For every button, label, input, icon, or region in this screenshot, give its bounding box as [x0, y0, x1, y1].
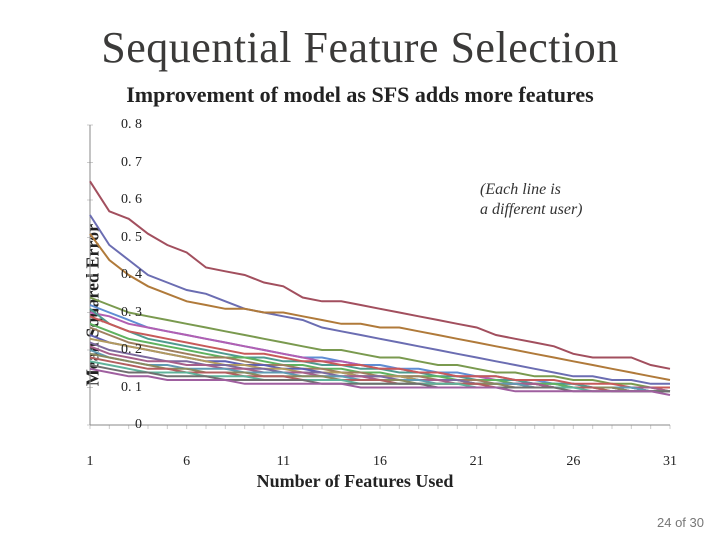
x-tick-label: 21: [470, 454, 484, 470]
x-tick-label: 31: [663, 454, 677, 470]
chart-annotation: (Each line is a different user): [480, 180, 583, 220]
y-tick-label: 0. 7: [102, 155, 142, 171]
chart: Mean Squared Error 00. 10. 20. 30. 40. 5…: [20, 120, 690, 490]
x-tick-label: 26: [566, 454, 580, 470]
x-tick-label: 16: [373, 454, 387, 470]
y-tick-label: 0. 6: [102, 192, 142, 208]
series-line: [90, 298, 670, 388]
series-line: [90, 328, 670, 392]
slide: Sequential Feature Selection Improvement…: [0, 0, 720, 540]
plot-svg: [80, 120, 680, 450]
y-tick-label: 0. 5: [102, 230, 142, 246]
x-axis-label: Number of Features Used: [20, 471, 690, 492]
plot-area: [80, 120, 680, 450]
y-tick-label: 0. 8: [102, 117, 142, 133]
page-number: 24 of 30: [657, 515, 704, 530]
y-tick-label: 0. 3: [102, 305, 142, 321]
x-tick-label: 11: [277, 454, 290, 470]
y-tick-label: 0. 1: [102, 380, 142, 396]
y-tick-label: 0. 4: [102, 267, 142, 283]
y-tick-label: 0: [102, 417, 142, 433]
slide-title: Sequential Feature Selection: [0, 22, 720, 73]
chart-subtitle: Improvement of model as SFS adds more fe…: [0, 82, 720, 108]
y-tick-label: 0. 2: [102, 342, 142, 358]
x-tick-label: 1: [87, 454, 94, 470]
x-tick-label: 6: [183, 454, 190, 470]
